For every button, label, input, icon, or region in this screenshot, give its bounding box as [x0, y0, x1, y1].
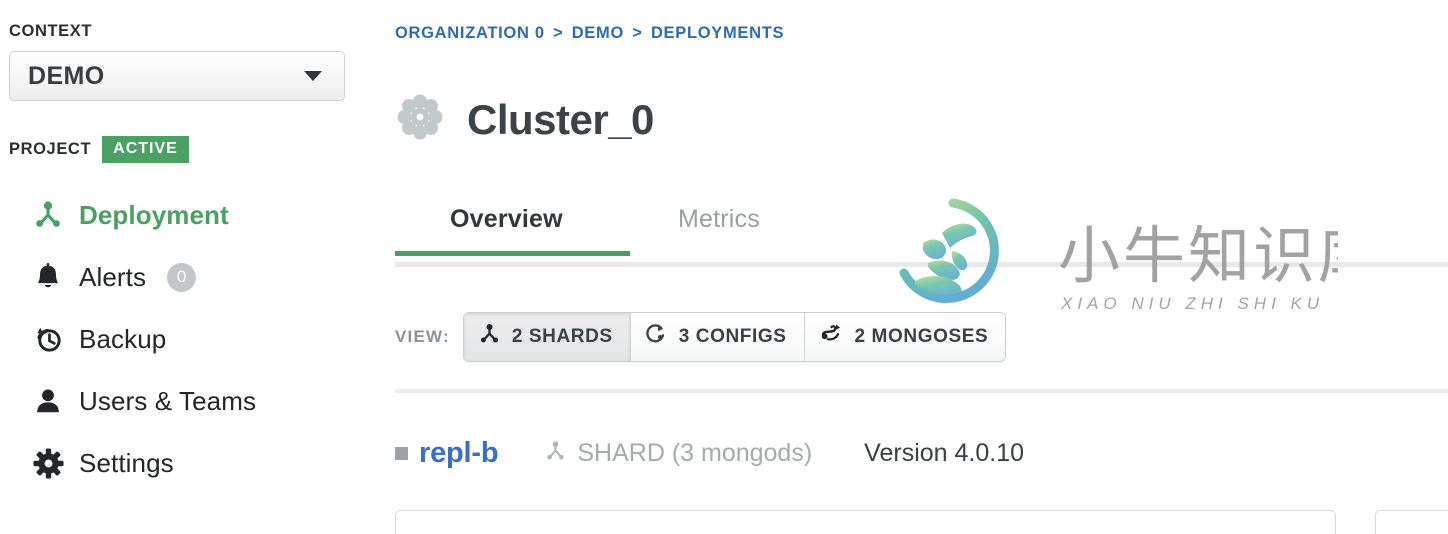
sidebar-item-label: Backup — [79, 323, 167, 354]
section-divider — [395, 389, 1448, 393]
shard-status-bullet — [395, 447, 408, 460]
breadcrumb-separator: > — [553, 24, 564, 42]
bell-icon — [31, 260, 65, 294]
view-option-label: 3 CONFIGS — [678, 325, 787, 347]
breadcrumb-item-deployments[interactable]: DEPLOYMENTS — [651, 24, 784, 42]
breadcrumb-separator: > — [632, 24, 643, 42]
view-option-mongoses[interactable]: 2 MONGOSES — [804, 313, 1006, 361]
sidebar-nav: Deployment Alerts 0 Backup Users & Teams… — [9, 184, 390, 494]
shard-row: repl-b SHARD (3 mongods) Version 4.0.10 — [395, 437, 1024, 470]
sidebar-item-alerts[interactable]: Alerts 0 — [9, 246, 390, 308]
shard-node-icon — [31, 198, 65, 232]
main-content: ORGANIZATION 0 > DEMO > DEPLOYMENTS Clus… — [390, 0, 1448, 534]
user-icon — [31, 384, 65, 418]
shard-type-label: SHARD (3 mongods) — [577, 439, 813, 467]
sidebar-item-users-teams[interactable]: Users & Teams — [9, 370, 390, 432]
sidebar-item-settings[interactable]: Settings — [9, 432, 390, 494]
shard-member-card[interactable] — [1375, 510, 1448, 534]
tab-underline-track — [395, 262, 1448, 267]
context-select[interactable]: DEMO — [9, 51, 345, 101]
shard-node-icon — [478, 322, 501, 351]
cluster-header: Cluster_0 — [395, 92, 654, 147]
tab-bar: Overview Metrics — [395, 205, 1448, 273]
config-refresh-icon — [645, 322, 668, 351]
sidebar-item-label: Users & Teams — [79, 385, 257, 416]
tab-metrics[interactable]: Metrics — [678, 205, 760, 242]
shard-member-card[interactable] — [395, 510, 1336, 534]
view-label: VIEW: — [395, 327, 450, 346]
project-row: PROJECT ACTIVE — [9, 134, 390, 164]
sidebar-item-deployment[interactable]: Deployment — [9, 184, 390, 246]
deployment-page: CONTEXT DEMO PROJECT ACTIVE Deployment A… — [0, 0, 1448, 534]
page-title: Cluster_0 — [467, 95, 654, 143]
sidebar-item-label: Settings — [79, 447, 174, 478]
shard-version: Version 4.0.10 — [864, 439, 1025, 467]
sidebar-item-backup[interactable]: Backup — [9, 308, 390, 370]
sidebar: CONTEXT DEMO PROJECT ACTIVE Deployment A… — [0, 0, 390, 534]
tab-label: Metrics — [678, 205, 760, 233]
mongos-route-icon — [819, 322, 844, 351]
shard-name-link[interactable]: repl-b — [419, 437, 499, 470]
tab-overview[interactable]: Overview — [395, 205, 630, 256]
svg-text:XIAO NIU ZHI SHI KU: XIAO NIU ZHI SHI KU — [1060, 294, 1324, 313]
view-option-label: 2 SHARDS — [511, 325, 613, 347]
view-segmented-control: 2 SHARDS 3 CONFIGS 2 MONGOSES — [462, 312, 1007, 362]
view-option-configs[interactable]: 3 CONFIGS — [630, 313, 805, 361]
view-toolbar: VIEW: 2 SHARDS 3 CONFIGS 2 MONGOSES — [395, 312, 1007, 362]
sidebar-item-label: Alerts — [79, 261, 147, 292]
breadcrumb[interactable]: ORGANIZATION 0 > DEMO > DEPLOYMENTS — [395, 24, 784, 43]
shard-node-icon — [543, 438, 568, 470]
chevron-down-icon — [304, 71, 322, 81]
breadcrumb-item-project[interactable]: DEMO — [572, 24, 624, 42]
status-badge: ACTIVE — [102, 135, 189, 163]
shard-type: SHARD (3 mongods) — [543, 438, 812, 470]
clock-rewind-icon — [31, 322, 65, 356]
project-label: PROJECT — [9, 139, 92, 158]
view-option-label: 2 MONGOSES — [854, 325, 989, 347]
tab-label: Overview — [450, 205, 563, 233]
sidebar-item-label: Deployment — [79, 199, 229, 230]
alerts-count-badge: 0 — [167, 262, 197, 292]
view-option-shards[interactable]: 2 SHARDS — [463, 313, 631, 361]
breadcrumb-item-organization[interactable]: ORGANIZATION 0 — [395, 24, 545, 42]
gear-icon — [31, 446, 65, 480]
cluster-flower-icon — [395, 92, 445, 147]
context-select-value: DEMO — [28, 61, 105, 90]
context-label: CONTEXT — [9, 22, 93, 40]
